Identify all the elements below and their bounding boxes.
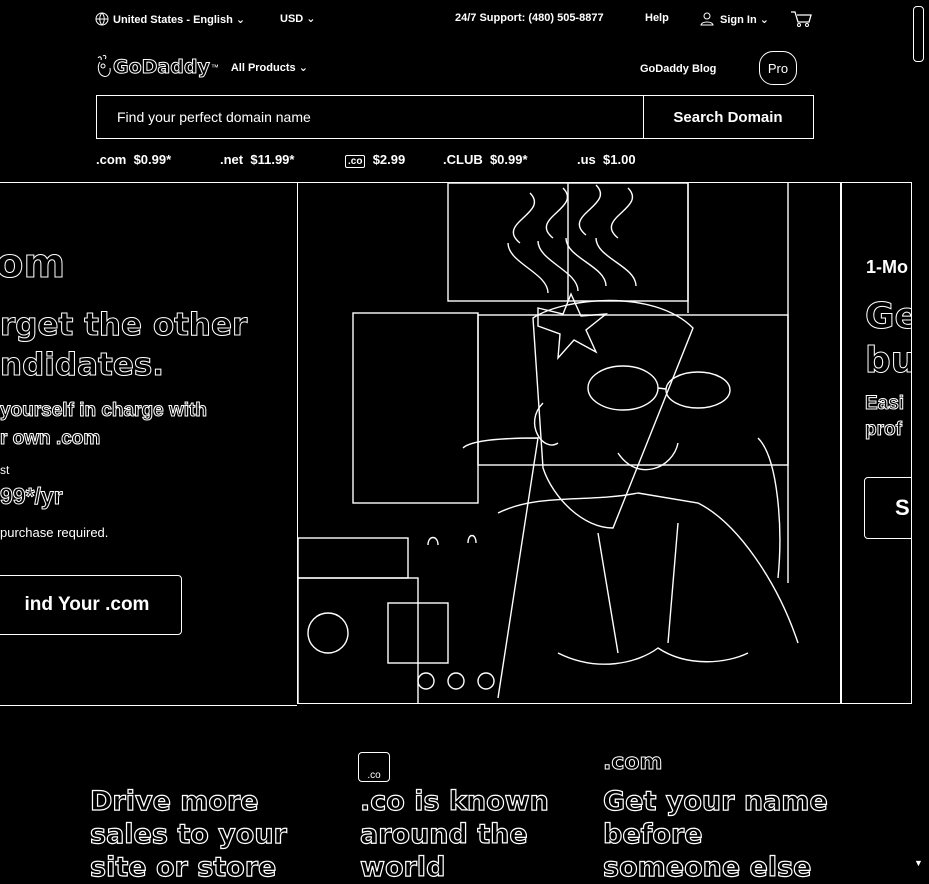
promo-title-line: someone else	[602, 851, 812, 883]
hero-headline: rget the other ndidates.	[0, 305, 248, 385]
currency-selector[interactable]: USD ⌄	[280, 12, 316, 25]
tld-item-net[interactable]: .net $11.99*	[220, 152, 294, 167]
tld-item-us[interactable]: .us $1.00	[577, 152, 636, 167]
pro-badge[interactable]: Pro	[759, 51, 797, 85]
hero-headline-line: ndidates.	[0, 347, 165, 384]
globe-icon	[95, 12, 109, 26]
tld-price: $0.99*	[133, 152, 172, 167]
cart-button[interactable]	[790, 10, 812, 31]
scrollbar-thumb[interactable]	[913, 6, 924, 62]
promo-title: Drive more sales to your site or store	[89, 785, 287, 884]
tld-item-com[interactable]: .com $0.99*	[96, 152, 171, 167]
brand-logo[interactable]: GoDaddy	[113, 56, 211, 79]
tld-name: .co	[345, 155, 366, 168]
promo-card-sales[interactable]: Drive more sales to your site or store	[89, 785, 287, 884]
slide-kicker: 1-Mo	[866, 257, 908, 277]
com-badge-logo: .com	[602, 750, 663, 776]
locale-label: United States - English	[113, 14, 233, 26]
main-nav: GoDaddy ™ All Products ⌄	[95, 50, 308, 84]
mascot-illustration	[298, 183, 799, 703]
co-badge-label: .co	[367, 770, 381, 781]
promo-title-line: site or store	[89, 851, 277, 883]
search-domain-button[interactable]: Search Domain	[643, 96, 813, 138]
tld-item-co[interactable]: .co $2.99	[345, 152, 405, 168]
slide-title-line: Ge	[865, 296, 911, 338]
support-phone[interactable]: 24/7 Support: (480) 505-8877	[455, 12, 604, 24]
promo-title: .co is known around the world	[359, 785, 549, 884]
domain-search-input[interactable]	[97, 96, 644, 138]
chevron-down-icon: ⌄	[759, 14, 769, 26]
chevron-down-icon: ⌄	[298, 61, 308, 74]
tld-price: $11.99*	[250, 152, 295, 167]
slide-cta-button[interactable]: S	[864, 477, 911, 539]
slide-title-line: bu	[865, 340, 912, 382]
locale-selector[interactable]: United States - English ⌄	[95, 12, 245, 26]
user-icon	[700, 12, 714, 26]
find-your-com-button[interactable]: ind Your .com	[0, 575, 182, 635]
hero-image	[297, 182, 841, 704]
scroll-down-arrow[interactable]: ▼	[914, 858, 923, 868]
trademark-mark: ™	[210, 62, 219, 72]
tld-price: $0.99*	[489, 152, 528, 167]
all-products-label: All Products	[230, 61, 296, 74]
promo-title-line: around the	[359, 818, 528, 850]
sign-in-label: Sign In	[720, 14, 757, 26]
promo-title-line: Get your name	[602, 785, 828, 817]
slide-subtitle-line: Easi	[864, 393, 905, 415]
tld-item-club[interactable]: .CLUB $0.99*	[443, 152, 528, 167]
utility-bar: United States - English ⌄ USD ⌄ 24/7 Sup…	[95, 10, 815, 30]
tld-price: $1.00	[603, 152, 636, 167]
slide-subtitle: Easi prof	[864, 391, 905, 443]
chevron-down-icon: ⌄	[306, 13, 316, 25]
all-products-menu[interactable]: All Products ⌄	[231, 61, 308, 74]
dotcom-logo: om	[0, 241, 66, 288]
tld-name: .net	[220, 152, 244, 167]
domain-search-form: Search Domain	[96, 95, 814, 139]
promo-title-line: .co is known	[359, 785, 549, 817]
co-badge-icon: .co	[358, 752, 390, 782]
slide-subtitle-line: prof	[864, 419, 902, 441]
hero-text-panel: om rget the other ndidates. yourself in …	[0, 182, 297, 706]
promo-card-co[interactable]: .co is known around the world	[359, 785, 549, 884]
chevron-down-icon: ⌄	[235, 14, 246, 26]
promo-title-line: world	[359, 851, 446, 883]
hero-price: 99*/yr	[0, 483, 63, 510]
godaddy-logo-icon	[97, 54, 111, 77]
tld-name: .CLUB	[443, 152, 483, 167]
currency-label: USD	[280, 13, 304, 25]
next-slide-panel: 1-Mo Ge bu Easi prof S	[841, 182, 912, 704]
help-link[interactable]: Help	[645, 12, 669, 24]
hero-subtitle-line: r own .com	[0, 428, 101, 450]
tld-name: .com	[96, 152, 127, 167]
slide-title: Ge bu	[865, 295, 912, 383]
promo-title-line: before	[602, 818, 703, 850]
hero-headline-line: rget the other	[0, 307, 248, 344]
promo-title-line: Drive more	[89, 785, 259, 817]
hero-subtitle-line: yourself in charge with	[0, 400, 207, 422]
promo-title-line: sales to your	[89, 818, 287, 850]
tld-price: $2.99	[372, 152, 406, 167]
blog-link[interactable]: GoDaddy Blog	[640, 63, 716, 75]
hero-note: purchase required.	[0, 525, 109, 540]
promo-title: Get your name before someone else	[602, 785, 828, 884]
price-label: st	[0, 463, 10, 477]
hero-subtitle: yourself in charge with r own .com	[0, 397, 207, 453]
promo-card-com[interactable]: Get your name before someone else	[602, 785, 828, 884]
cart-icon	[791, 11, 812, 27]
sign-in-button[interactable]: Sign In ⌄	[700, 12, 769, 26]
tld-name: .us	[577, 152, 596, 167]
pro-label: Pro	[767, 60, 789, 76]
